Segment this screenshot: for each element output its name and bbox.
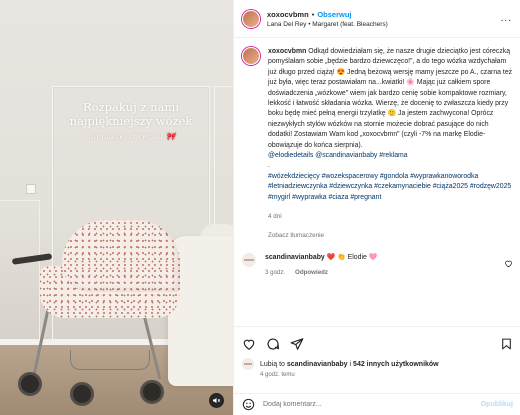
caption-author-avatar[interactable] [242,47,260,65]
comment-bubble-icon [267,338,280,350]
see-translation-link[interactable]: Zobacz tłumaczenie [268,231,513,241]
stroller-wheel [140,380,164,404]
caption-dot-line: . [268,162,270,170]
likes-count-link[interactable]: 542 innych użytkowników [353,361,439,368]
action-icons-row [242,335,513,353]
header-meta: xoxocvbmn • Obserwuj Lana Del Rey • Marg… [267,10,501,28]
media-overlay-text: Rozpakuj z nami najpiękniejszy wózek dla… [52,100,210,141]
commenter-avatar[interactable] [242,252,256,267]
smiley-icon [242,398,255,411]
comment-button[interactable] [266,337,280,351]
stroller-wheel [18,372,42,396]
comment-time: 3 godz. [265,268,286,276]
paper-plane-icon [290,338,304,350]
stroller-basket [70,350,150,370]
reply-button[interactable]: Odpowiedz [295,269,328,276]
likes-prefix: Lubią to [260,360,285,368]
post-media[interactable]: Rozpakuj z nami najpiękniejszy wózek dla… [0,0,233,415]
wall-moulding [0,200,40,340]
bookmark-icon [502,338,511,350]
liker-avatar[interactable] [242,358,254,370]
overlay-line2: najpiękniejszy wózek [69,114,193,128]
comment-input[interactable] [263,401,481,408]
brand-logo-icon [244,363,252,365]
heart-outline-icon [505,260,512,268]
follow-button[interactable]: Obserwuj [317,10,351,19]
caption-mentions[interactable]: @elodiedetails @scandinavianbaby #reklam… [268,152,408,159]
header-line: xoxocvbmn • Obserwuj [267,10,501,19]
comment-row: scandinavianbaby ❤️ 👏 Elodie 🩷 3 godz. O… [242,252,513,276]
bow-emoji: 🎀 [165,132,176,141]
likes-mid: i [349,360,352,368]
stroller-wheel [70,382,94,406]
caption-hashtags[interactable]: #wózekdziecięcy #wozekspacerowy #gondola… [268,173,511,201]
instagram-post-modal: Rozpakuj z nami najpiękniejszy wózek dla… [0,0,520,415]
share-button[interactable] [290,337,304,351]
comment-like-button[interactable] [504,259,513,268]
speaker-muted-icon [213,397,221,404]
caption-time: 4 dni [268,213,282,221]
heart-icon [243,339,255,350]
comments-section[interactable]: xoxocvbmn Odkąd dowiedziałam się, że nas… [234,39,520,325]
likes-summary: Lubią to scandinavianbaby i 542 innych u… [242,358,513,370]
save-button[interactable] [500,337,513,351]
post-header: xoxocvbmn • Obserwuj Lana Del Rey • Marg… [234,0,520,38]
brand-logo-icon [244,258,254,261]
overlay-line3: dla naszej córeczki 🎀 [52,132,210,141]
comment-composer: Opublikuj [234,393,520,415]
emoji-button[interactable] [242,398,255,411]
commenter-username[interactable]: scandinavianbaby [265,254,325,261]
separator-dot: • [311,9,315,19]
comment-body: scandinavianbaby ❤️ 👏 Elodie 🩷 3 godz. O… [265,253,504,276]
overlay-line1: Rozpakuj z nami [82,100,179,114]
more-options-button[interactable]: ... [501,13,512,24]
light-switch [26,184,36,194]
stroller-hood [62,220,180,292]
post-side-panel: xoxocvbmn • Obserwuj Lana Del Rey • Marg… [233,0,520,415]
comment-text: ❤️ 👏 Elodie 🩷 [326,253,378,261]
overlay-line3-text: dla naszej córeczki [86,132,164,141]
caption-comment: xoxocvbmn Odkąd dowiedziałam się, że nas… [242,47,513,241]
author-avatar[interactable] [242,9,260,28]
like-button[interactable] [242,337,256,351]
post-time: 4 godz. temu [260,372,295,378]
publish-button[interactable]: Opublikuj [481,401,513,408]
caption-text: Odkąd dowiedziałam się, że nasze drugie … [268,48,513,149]
caption-body: xoxocvbmn Odkąd dowiedziałam się, że nas… [268,47,513,241]
liked-by-username[interactable]: scandinavianbaby [287,361,348,368]
mute-button[interactable] [209,393,224,408]
caption-username[interactable]: xoxocvbmn [268,48,306,55]
author-username[interactable]: xoxocvbmn [267,10,309,19]
audio-track-link[interactable]: Lana Del Rey • Margaret (feat. Bleachers… [267,21,501,28]
comment-meta: 3 godz. Odpowiedz [265,269,504,276]
